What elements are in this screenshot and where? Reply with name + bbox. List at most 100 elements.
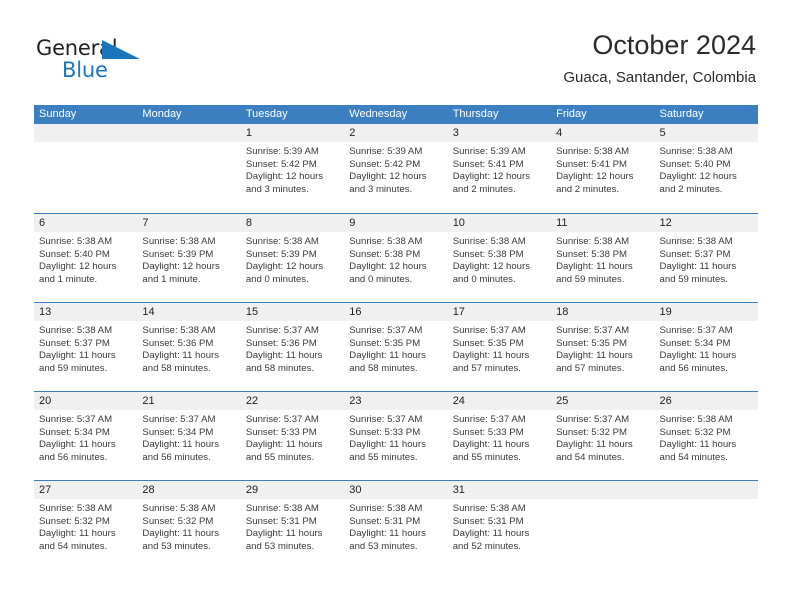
sunset-text: Sunset: 5:38 PM [349,248,421,260]
day-cell[interactable]: 16 Sunrise: 5:37 AM Sunset: 5:35 PM Dayl… [344,303,448,391]
day-cell[interactable]: 4 Sunrise: 5:38 AM Sunset: 5:41 PM Dayli… [551,124,655,213]
day-cell[interactable]: 24 Sunrise: 5:37 AM Sunset: 5:33 PM Dayl… [447,392,552,480]
day-cell[interactable]: 10 Sunrise: 5:38 AM Sunset: 5:38 PM Dayl… [447,214,552,302]
day-cell[interactable]: 1 Sunrise: 5:39 AM Sunset: 5:42 PM Dayli… [240,124,345,213]
daylight-text-line2: and 53 minutes. [245,540,315,552]
day-details: Sunrise: 5:38 AM Sunset: 5:39 PM Dayligh… [137,232,240,286]
day-cell[interactable]: 21 Sunrise: 5:37 AM Sunset: 5:34 PM Dayl… [137,392,241,480]
day-cell[interactable]: 6 Sunrise: 5:38 AM Sunset: 5:40 PM Dayli… [34,214,138,302]
day-details: Sunrise: 5:37 AM Sunset: 5:35 PM Dayligh… [551,321,654,375]
sunrise-text: Sunrise: 5:38 AM [452,236,526,247]
day-number: 20 [39,395,52,407]
daylight-text-line1: Daylight: 11 hours [659,350,737,362]
day-cell[interactable]: 13 Sunrise: 5:38 AM Sunset: 5:37 PM Dayl… [34,303,138,391]
day-cell[interactable]: 14 Sunrise: 5:38 AM Sunset: 5:36 PM Dayl… [137,303,241,391]
daylight-text-line1: Daylight: 11 hours [349,528,426,540]
daylight-text-line1: Daylight: 11 hours [556,439,633,451]
sunset-text: Sunset: 5:34 PM [39,426,110,438]
daylight-text-line2: and 0 minutes. [245,273,309,285]
daylight-text-line2: and 59 minutes. [39,362,108,374]
day-cell[interactable]: 30 Sunrise: 5:38 AM Sunset: 5:31 PM Dayl… [344,481,448,569]
day-cell[interactable] [551,481,655,569]
day-cell[interactable] [654,481,758,569]
day-details: Sunrise: 5:38 AM Sunset: 5:38 PM Dayligh… [448,232,551,286]
day-number: 19 [659,306,672,318]
sunrise-text: Sunrise: 5:37 AM [142,414,216,425]
day-number: 27 [39,484,52,496]
day-cell[interactable]: 9 Sunrise: 5:38 AM Sunset: 5:38 PM Dayli… [344,214,448,302]
day-cell[interactable]: 20 Sunrise: 5:37 AM Sunset: 5:34 PM Dayl… [34,392,138,480]
daylight-text-line1: Daylight: 11 hours [39,528,116,540]
day-cell[interactable]: 17 Sunrise: 5:37 AM Sunset: 5:35 PM Dayl… [447,303,552,391]
daylight-text-line2: and 55 minutes. [349,451,418,463]
day-cell[interactable]: 25 Sunrise: 5:37 AM Sunset: 5:32 PM Dayl… [551,392,655,480]
day-cell[interactable]: 15 Sunrise: 5:37 AM Sunset: 5:36 PM Dayl… [240,303,345,391]
day-number-band: 23 [344,392,448,410]
daylight-text-line2: and 56 minutes. [39,451,108,463]
sunrise-text: Sunrise: 5:37 AM [245,414,319,425]
weekday-header-friday: Friday [556,108,587,120]
day-details: Sunrise: 5:38 AM Sunset: 5:41 PM Dayligh… [551,142,654,196]
logo-flag-icon [102,40,140,59]
sunset-text: Sunset: 5:32 PM [142,515,214,527]
sunrise-text: Sunrise: 5:37 AM [452,414,526,425]
day-cell[interactable] [137,124,241,213]
day-details: Sunrise: 5:38 AM Sunset: 5:32 PM Dayligh… [655,410,758,464]
day-cell[interactable]: 5 Sunrise: 5:38 AM Sunset: 5:40 PM Dayli… [654,124,758,213]
day-number-band [34,124,138,142]
day-number-band: 16 [344,303,448,321]
day-cell[interactable]: 28 Sunrise: 5:38 AM Sunset: 5:32 PM Dayl… [137,481,241,569]
weekday-header-saturday: Saturday [659,108,704,120]
day-cell[interactable]: 29 Sunrise: 5:38 AM Sunset: 5:31 PM Dayl… [240,481,345,569]
day-number-band: 2 [344,124,448,142]
day-cell[interactable]: 31 Sunrise: 5:38 AM Sunset: 5:31 PM Dayl… [447,481,552,569]
day-cell[interactable]: 19 Sunrise: 5:37 AM Sunset: 5:34 PM Dayl… [654,303,758,391]
day-cell[interactable] [34,124,138,213]
title-block: October 2024 Guaca, Santander, Colombia [563,28,756,87]
day-cell[interactable]: 12 Sunrise: 5:38 AM Sunset: 5:37 PM Dayl… [654,214,758,302]
day-cell[interactable]: 18 Sunrise: 5:37 AM Sunset: 5:35 PM Dayl… [551,303,655,391]
weekday-header-tuesday: Tuesday [245,108,288,120]
general-blue-logo[interactable]: General Blue [36,36,216,88]
day-cell[interactable]: 22 Sunrise: 5:37 AM Sunset: 5:33 PM Dayl… [240,392,345,480]
sunset-text: Sunset: 5:35 PM [452,337,524,349]
day-number: 3 [452,127,459,139]
daylight-text-line1: Daylight: 12 hours [452,171,531,183]
daylight-text-line1: Daylight: 12 hours [245,261,324,273]
sunset-text: Sunset: 5:31 PM [245,515,317,527]
daylight-text-line2: and 59 minutes. [659,273,728,285]
day-details: Sunrise: 5:38 AM Sunset: 5:37 PM Dayligh… [34,321,137,375]
day-details: Sunrise: 5:37 AM Sunset: 5:33 PM Dayligh… [241,410,344,464]
day-cell[interactable]: 3 Sunrise: 5:39 AM Sunset: 5:41 PM Dayli… [447,124,552,213]
sunset-text: Sunset: 5:42 PM [245,158,317,170]
week-row: 13 Sunrise: 5:38 AM Sunset: 5:37 PM Dayl… [34,302,758,391]
day-cell[interactable]: 11 Sunrise: 5:38 AM Sunset: 5:38 PM Dayl… [551,214,655,302]
daylight-text-line2: and 58 minutes. [245,362,315,374]
sunrise-text: Sunrise: 5:37 AM [556,325,630,336]
sunset-text: Sunset: 5:41 PM [556,158,628,170]
day-cell[interactable]: 27 Sunrise: 5:38 AM Sunset: 5:32 PM Dayl… [34,481,138,569]
sunset-text: Sunset: 5:32 PM [556,426,628,438]
day-number: 13 [39,306,52,318]
weekday-header-sunday: Sunday [39,108,77,120]
logo-text-blue: Blue [62,58,108,82]
day-details: Sunrise: 5:38 AM Sunset: 5:31 PM Dayligh… [241,499,344,553]
day-number-band: 12 [654,214,758,232]
day-number: 11 [556,217,568,229]
day-number: 26 [659,395,672,407]
day-number-band: 27 [34,481,138,499]
day-number: 10 [452,217,465,229]
day-cell[interactable]: 2 Sunrise: 5:39 AM Sunset: 5:42 PM Dayli… [344,124,448,213]
sunrise-text: Sunrise: 5:38 AM [556,236,630,247]
daylight-text-line2: and 56 minutes. [659,362,728,374]
day-cell[interactable]: 26 Sunrise: 5:38 AM Sunset: 5:32 PM Dayl… [654,392,758,480]
sunset-text: Sunset: 5:31 PM [452,515,524,527]
daylight-text-line1: Daylight: 11 hours [452,439,530,451]
day-cell[interactable]: 7 Sunrise: 5:38 AM Sunset: 5:39 PM Dayli… [137,214,241,302]
sunrise-text: Sunrise: 5:38 AM [39,503,113,514]
day-cell[interactable]: 8 Sunrise: 5:38 AM Sunset: 5:39 PM Dayli… [240,214,345,302]
day-cell[interactable]: 23 Sunrise: 5:37 AM Sunset: 5:33 PM Dayl… [344,392,448,480]
day-number: 4 [556,127,563,139]
sunset-text: Sunset: 5:39 PM [142,248,214,260]
week-row: 27 Sunrise: 5:38 AM Sunset: 5:32 PM Dayl… [34,480,758,569]
